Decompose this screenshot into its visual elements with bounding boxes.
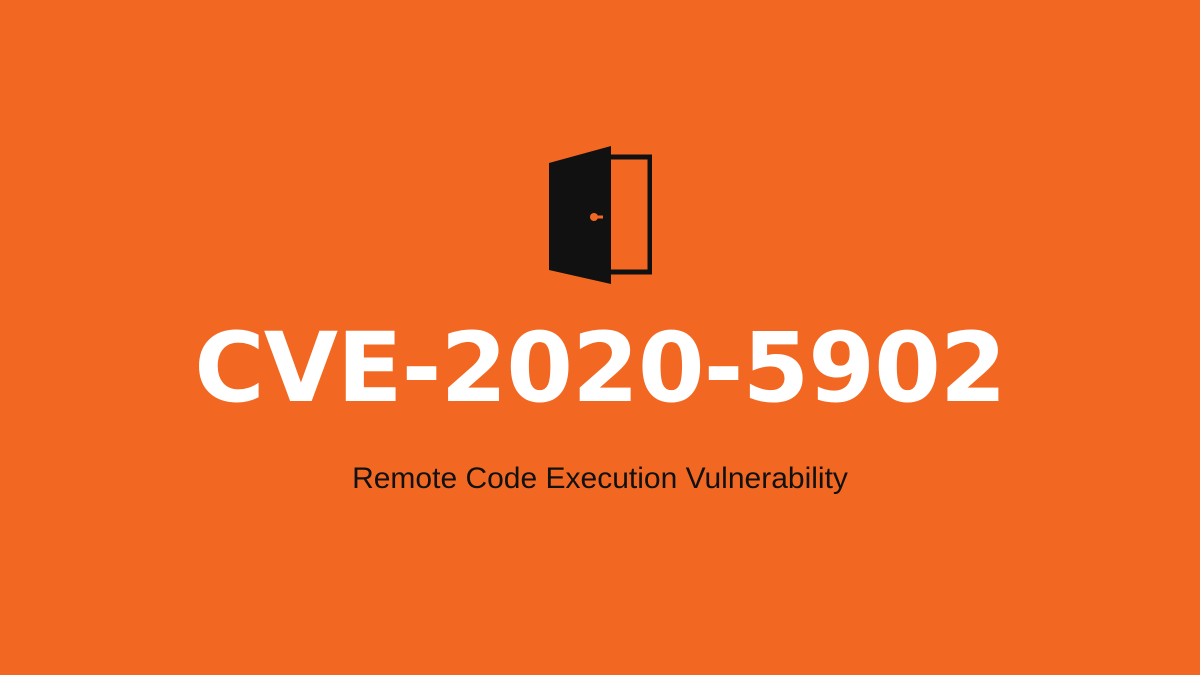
cve-banner: CVE-2020-5902 Remote Code Execution Vuln… xyxy=(0,0,1200,675)
vulnerability-subtitle: Remote Code Execution Vulnerability xyxy=(352,462,848,495)
open-door-icon xyxy=(549,146,652,284)
cve-title: CVE-2020-5902 xyxy=(194,312,1006,424)
